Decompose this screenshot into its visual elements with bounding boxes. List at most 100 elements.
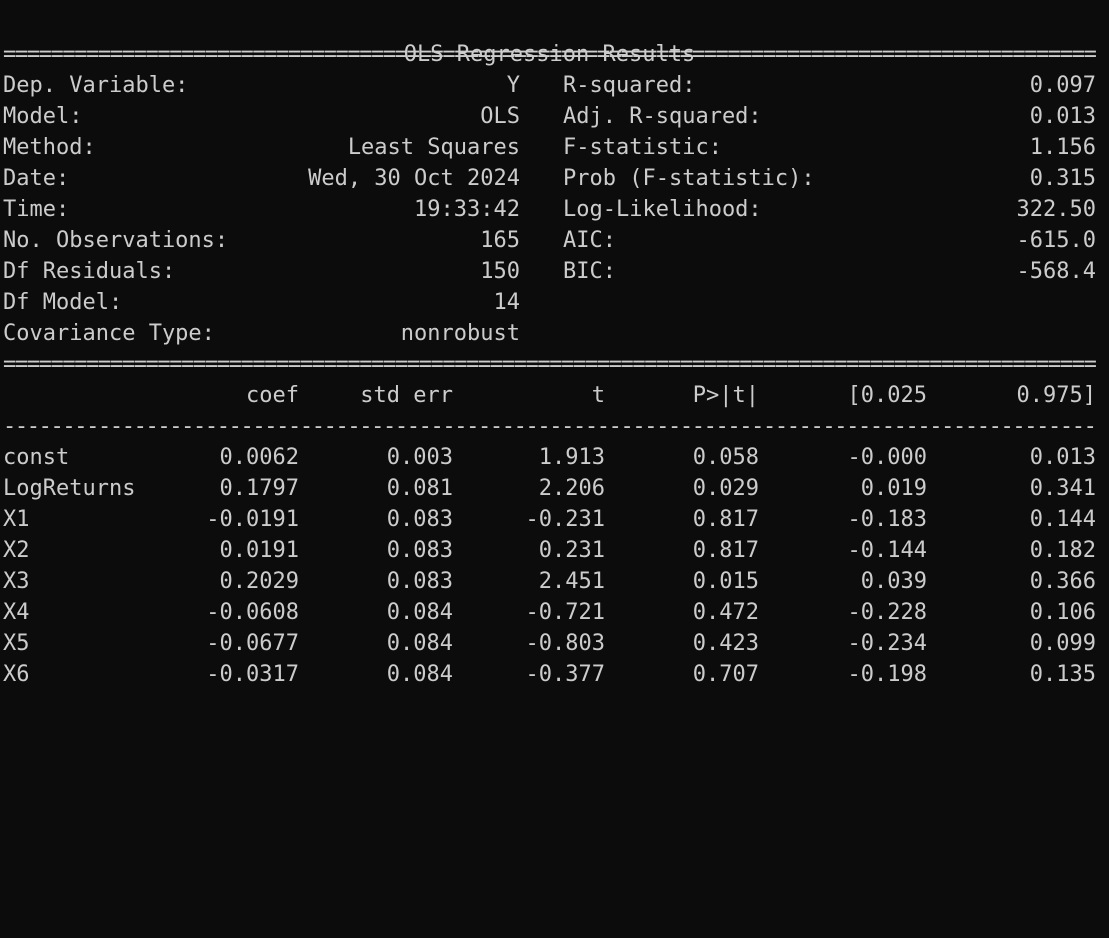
row-name: X4: [3, 600, 30, 625]
summary-row: No. Observations: 165 AIC: -615.0: [3, 225, 1096, 256]
cell-t: -0.231: [525, 507, 605, 532]
summary-right-value: 0.315: [1029, 166, 1096, 191]
summary-left-label: No. Observations:: [3, 228, 229, 253]
cell-p-value: 0.707: [692, 662, 759, 687]
cell-t: -0.721: [525, 600, 605, 625]
cell-t: -0.803: [525, 631, 605, 656]
summary-left-value: 165: [480, 228, 520, 253]
cell-coef: -0.0608: [206, 600, 299, 625]
summary-right-label: R-squared:: [563, 73, 696, 98]
cell-ci-lower: 0.039: [860, 569, 927, 594]
single-separator: ----------------------------------------…: [3, 414, 1096, 439]
double-separator: ========================================…: [3, 352, 1096, 377]
cell-ci-lower: -0.234: [847, 631, 927, 656]
cell-ci-upper: 0.099: [1029, 631, 1096, 656]
summary-left-label: Df Residuals:: [3, 259, 176, 284]
row-name: X3: [3, 569, 30, 594]
summary-right-label: BIC:: [563, 259, 616, 284]
table-row: X5 -0.0677 0.084 -0.803 0.423 -0.234 0.0…: [3, 628, 1096, 659]
summary-left-label: Dep. Variable:: [3, 73, 189, 98]
terminal-output: OLS Regression Results =================…: [3, 8, 1096, 690]
summary-row: Dep. Variable: Y R-squared: 0.097: [3, 70, 1096, 101]
summary-right-value: -615.0: [1016, 228, 1096, 253]
summary-left-value: Wed, 30 Oct 2024: [308, 166, 520, 191]
cell-ci-lower: -0.000: [847, 445, 927, 470]
row-name: const: [3, 445, 70, 470]
cell-coef: -0.0191: [206, 507, 299, 532]
header-ci-lower: [0.025: [847, 383, 927, 408]
cell-p-value: 0.015: [692, 569, 759, 594]
cell-ci-lower: 0.019: [860, 476, 927, 501]
header-p-value: P>|t|: [692, 383, 759, 408]
cell-coef: 0.0062: [219, 445, 299, 470]
summary-left-value: nonrobust: [400, 321, 520, 346]
summary-left-label: Df Model:: [3, 290, 123, 315]
cell-coef: 0.2029: [219, 569, 299, 594]
cell-coef: -0.0317: [206, 662, 299, 687]
header-ci-upper: 0.975]: [1016, 383, 1096, 408]
cell-coef: 0.1797: [219, 476, 299, 501]
double-separator: ========================================…: [3, 42, 1096, 67]
cell-p-value: 0.029: [692, 476, 759, 501]
cell-t: 2.451: [538, 569, 605, 594]
cell-p-value: 0.423: [692, 631, 759, 656]
table-row: X4 -0.0608 0.084 -0.721 0.472 -0.228 0.1…: [3, 597, 1096, 628]
cell-std-err: 0.081: [386, 476, 453, 501]
table-row: const 0.0062 0.003 1.913 0.058 -0.000 0.…: [3, 442, 1096, 473]
header-coef: coef: [246, 383, 299, 408]
summary-left-value: 150: [480, 259, 520, 284]
summary-left-label: Covariance Type:: [3, 321, 215, 346]
header-t: t: [591, 383, 605, 408]
table-row: LogReturns 0.1797 0.081 2.206 0.029 0.01…: [3, 473, 1096, 504]
cell-ci-upper: 0.144: [1029, 507, 1096, 532]
cell-p-value: 0.817: [692, 538, 759, 563]
summary-right-value: -568.4: [1016, 259, 1096, 284]
cell-ci-upper: 0.341: [1029, 476, 1096, 501]
cell-p-value: 0.058: [692, 445, 759, 470]
cell-t: 1.913: [538, 445, 605, 470]
summary-left-value: OLS: [480, 104, 520, 129]
cell-std-err: 0.003: [386, 445, 453, 470]
cell-ci-upper: 0.366: [1029, 569, 1096, 594]
summary-left-label: Model:: [3, 104, 83, 129]
cell-ci-upper: 0.135: [1029, 662, 1096, 687]
summary-right-label: Log-Likelihood:: [563, 197, 762, 222]
cell-ci-lower: -0.183: [847, 507, 927, 532]
summary-row: Df Residuals: 150 BIC: -568.4: [3, 256, 1096, 287]
summary-left-value: 19:33:42: [414, 197, 520, 222]
cell-p-value: 0.817: [692, 507, 759, 532]
summary-row: Covariance Type: nonrobust: [3, 318, 1096, 349]
summary-left-label: Date:: [3, 166, 70, 191]
summary-table: Dep. Variable: Y R-squared: 0.097 Model:…: [3, 70, 1096, 349]
summary-right-value: 322.50: [1016, 197, 1096, 222]
summary-row: Date: Wed, 30 Oct 2024 Prob (F-statistic…: [3, 163, 1096, 194]
summary-row: Method: Least Squares F-statistic: 1.156: [3, 132, 1096, 163]
cell-ci-upper: 0.182: [1029, 538, 1096, 563]
cell-std-err: 0.083: [386, 538, 453, 563]
summary-left-value: Y: [506, 73, 520, 98]
separator-line: ========================================…: [3, 39, 1096, 70]
cell-ci-lower: -0.144: [847, 538, 927, 563]
summary-right-value: 1.156: [1029, 135, 1096, 160]
coef-header-row: coef std err t P>|t| [0.025 0.975]: [3, 380, 1096, 411]
row-name: X2: [3, 538, 30, 563]
cell-t: 2.206: [538, 476, 605, 501]
summary-left-value: 14: [493, 290, 521, 315]
cell-ci-lower: -0.228: [847, 600, 927, 625]
summary-right-value: 0.097: [1029, 73, 1096, 98]
cell-coef: -0.0677: [206, 631, 299, 656]
row-name: LogReturns: [3, 476, 136, 501]
summary-right-label: AIC:: [563, 228, 616, 253]
cell-t: -0.377: [525, 662, 605, 687]
summary-right-label: F-statistic:: [563, 135, 722, 160]
summary-row: Df Model: 14: [3, 287, 1096, 318]
table-row: X3 0.2029 0.083 2.451 0.015 0.039 0.366: [3, 566, 1096, 597]
coef-table: const 0.0062 0.003 1.913 0.058 -0.000 0.…: [3, 442, 1096, 690]
row-name: X1: [3, 507, 30, 532]
cell-ci-upper: 0.106: [1029, 600, 1096, 625]
cell-std-err: 0.084: [386, 631, 453, 656]
cell-p-value: 0.472: [692, 600, 759, 625]
row-name: X5: [3, 631, 30, 656]
cell-coef: 0.0191: [219, 538, 299, 563]
cell-std-err: 0.083: [386, 507, 453, 532]
